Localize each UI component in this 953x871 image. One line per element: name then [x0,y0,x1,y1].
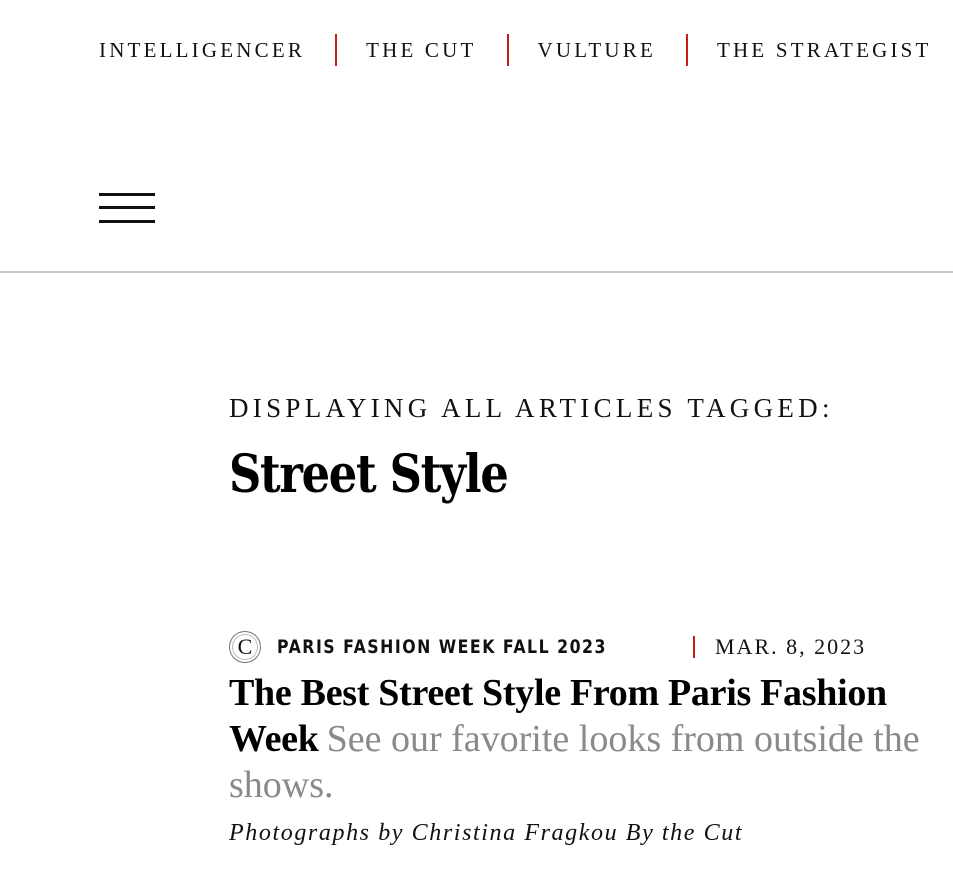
nav-link-intelligencer[interactable]: INTELLIGENCER [99,35,305,65]
meta-separator [693,636,695,658]
the-cut-logo-icon: C [229,631,261,663]
nav-separator [686,34,689,66]
article-byline: Photographs by Christina Fragkou By the … [229,820,744,846]
article-headline-block: The Best Street Style From Paris Fashion… [229,670,953,808]
top-site-nav: INTELLIGENCER THE CUT VULTURE THE STRATE… [99,34,932,66]
header-divider [0,271,953,273]
nav-link-the-strategist[interactable]: THE STRATEGIST [717,35,932,65]
nav-separator [506,34,509,66]
nav-link-the-cut[interactable]: THE CUT [366,35,476,65]
nav-link-vulture[interactable]: VULTURE [538,35,656,65]
article-dek: See our favorite looks from outside the … [229,718,920,806]
article-date: MAR. 8, 2023 [715,634,867,659]
tag-kicker: DISPLAYING ALL ARTICLES TAGGED: [229,393,834,423]
hamburger-menu-icon[interactable] [99,193,155,225]
page-title: Street Style [229,444,509,505]
article-rubric-link[interactable]: PARIS FASHION WEEK FALL 2023 [277,636,607,658]
nav-separator [335,34,338,66]
article-meta: C PARIS FASHION WEEK FALL 2023 MAR. 8, 2… [229,630,866,664]
